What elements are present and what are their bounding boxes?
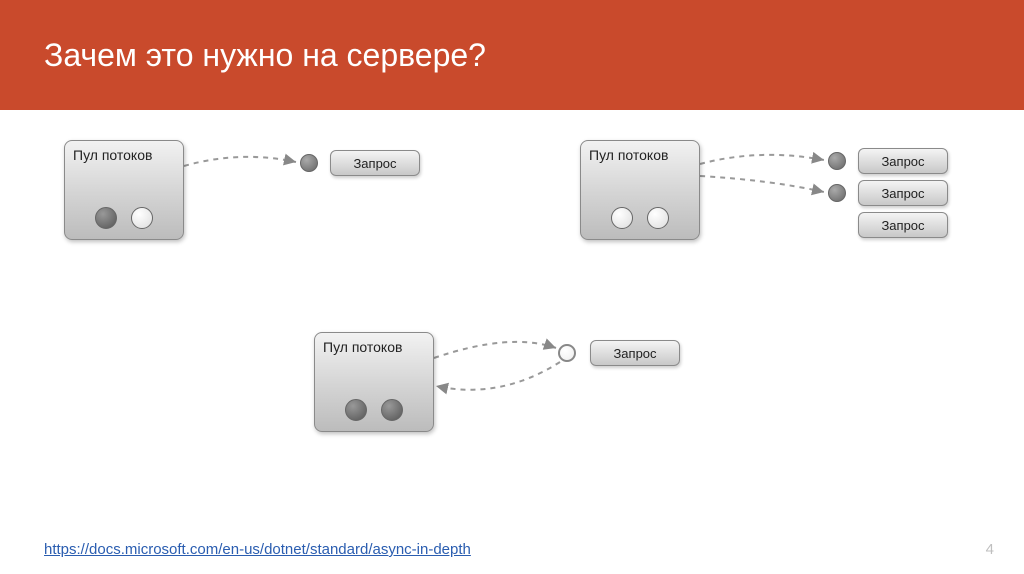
request-pill-1: Запрос	[330, 150, 420, 176]
request-circle-2b	[828, 184, 846, 202]
thread-pool-label: Пул потоков	[73, 147, 152, 163]
request-circle-2a	[828, 152, 846, 170]
pool1-dots	[65, 207, 183, 229]
request-circle-3	[558, 344, 576, 362]
diagram-canvas: Пул потоков Запрос Пул потоков Запрос За…	[0, 110, 1024, 574]
request-label: Запрос	[613, 346, 656, 361]
thread-dot-dark	[95, 207, 117, 229]
request-label: Запрос	[881, 154, 924, 169]
thread-pool-box-2: Пул потоков	[580, 140, 700, 240]
slide-title: Зачем это нужно на сервере?	[44, 37, 486, 74]
request-circle-1	[300, 154, 318, 172]
thread-dot-dark	[345, 399, 367, 421]
request-label: Запрос	[353, 156, 396, 171]
pool3-dots	[315, 399, 433, 421]
request-pill-2c: Запрос	[858, 212, 948, 238]
reference-link[interactable]: https://docs.microsoft.com/en-us/dotnet/…	[44, 541, 471, 558]
thread-pool-box-3: Пул потоков	[314, 332, 434, 432]
request-pill-3: Запрос	[590, 340, 680, 366]
thread-dot-light	[611, 207, 633, 229]
thread-pool-label: Пул потоков	[323, 339, 402, 355]
thread-pool-box-1: Пул потоков	[64, 140, 184, 240]
request-pill-2a: Запрос	[858, 148, 948, 174]
page-number: 4	[986, 541, 994, 558]
request-label: Запрос	[881, 218, 924, 233]
thread-dot-dark	[381, 399, 403, 421]
thread-pool-label: Пул потоков	[589, 147, 668, 163]
request-pill-2b: Запрос	[858, 180, 948, 206]
request-label: Запрос	[881, 186, 924, 201]
thread-dot-light	[647, 207, 669, 229]
pool2-dots	[581, 207, 699, 229]
thread-dot-light	[131, 207, 153, 229]
slide-header: Зачем это нужно на сервере?	[0, 0, 1024, 110]
